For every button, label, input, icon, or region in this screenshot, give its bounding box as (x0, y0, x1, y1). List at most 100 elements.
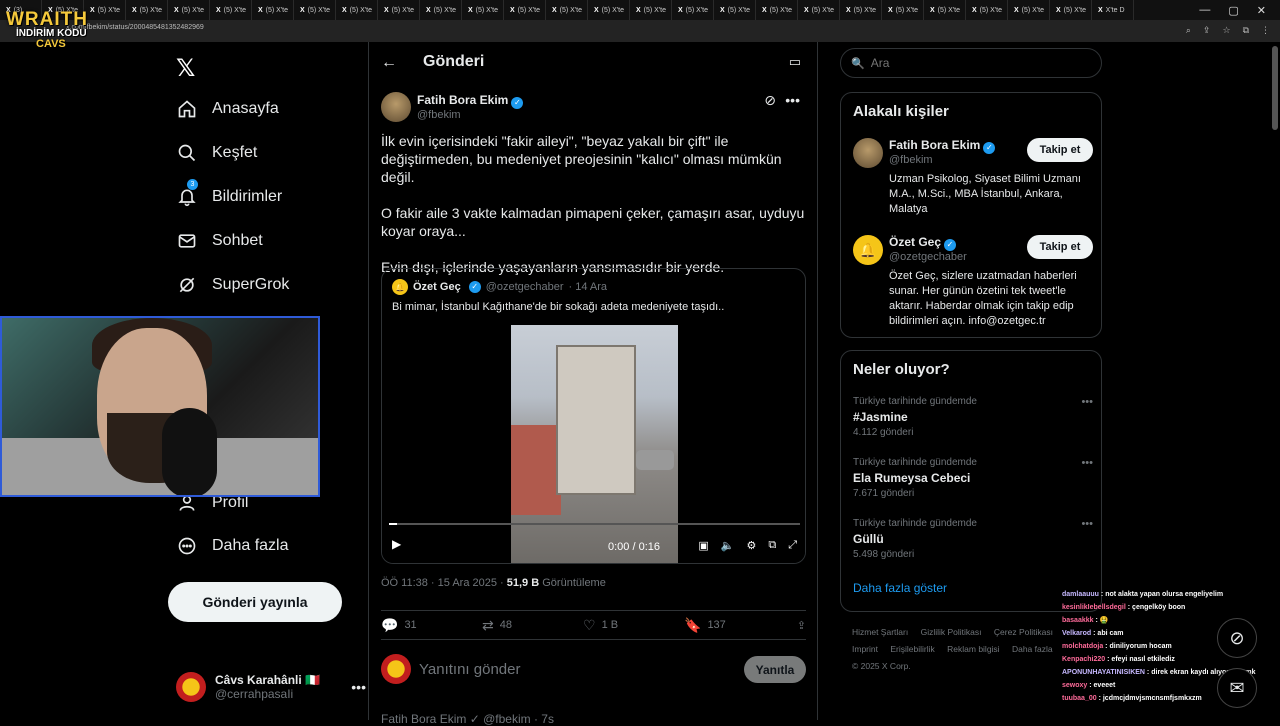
share-icon[interactable]: ⇪ (797, 619, 806, 632)
nav-home[interactable]: Anasayfa (176, 98, 279, 120)
browser-tab[interactable]: X (5) X'te (924, 0, 966, 20)
avatar (176, 672, 206, 702)
x-favicon-icon: X (132, 6, 137, 14)
follow-button[interactable]: Takip et (1027, 138, 1093, 162)
search-input[interactable] (870, 56, 1091, 70)
next-reply-preview[interactable]: Fatih Bora Ekim ✓ @fbekim · 7s (381, 712, 554, 726)
reply-input[interactable]: Yanıtını gönder (419, 661, 520, 678)
quote-name: Özet Geç (413, 281, 461, 293)
messages-fab-button[interactable]: ✉ (1217, 668, 1257, 708)
browser-tab[interactable]: X (5) X'te (840, 0, 882, 20)
verified-icon: ✓ (944, 239, 957, 251)
browser-tab[interactable]: X X'te D (1092, 0, 1134, 20)
minimize-button[interactable]: — (1199, 4, 1210, 16)
trend-item[interactable]: Türkiye tarihinde gündemde #Jasmine 4.11… (853, 396, 1093, 438)
repost-action[interactable]: ⇄ 48 (482, 617, 583, 634)
menu-icon[interactable]: ⋮ (1261, 25, 1270, 36)
browser-tab[interactable]: X (5) X'te (672, 0, 714, 20)
nav-explore[interactable]: Keşfet (176, 142, 257, 164)
account-switcher[interactable]: Câvs Karahânli 🇮🇹 @cerrahpasaIi ••• (176, 667, 366, 707)
x-logo-icon[interactable]: 𝕏 (176, 54, 195, 83)
browser-tab[interactable]: X (5) X'te (294, 0, 336, 20)
avatar[interactable] (381, 92, 411, 122)
play-icon[interactable]: ▶ (392, 537, 401, 551)
browser-tab[interactable]: X (5) X'te (1050, 0, 1092, 20)
trend-item[interactable]: Türkiye tarihinde gündemde Güllü 5.498 g… (853, 518, 1093, 560)
settings-icon[interactable]: ⚙ (746, 539, 756, 552)
footer-link[interactable]: Reklam bilgisi (947, 644, 999, 654)
grok-icon[interactable]: ⊘ (764, 92, 776, 109)
star-icon[interactable]: ☆ (1222, 25, 1230, 36)
scrollbar[interactable] (1272, 46, 1278, 130)
close-window-button[interactable]: ✕ (1257, 4, 1266, 17)
x-favicon-icon: X (426, 6, 431, 14)
extensions-icon[interactable]: ⧉ (1243, 25, 1249, 36)
browser-tab[interactable]: X (5) X'te (504, 0, 546, 20)
show-more-link[interactable]: Daha fazla göster (853, 581, 947, 595)
share-icon[interactable]: ⇪ (1203, 25, 1211, 36)
search-box[interactable]: 🔍 (840, 48, 1102, 78)
browser-tab[interactable]: X (5) X'te (462, 0, 504, 20)
browser-tab[interactable]: X (5) X'te (966, 0, 1008, 20)
more-icon[interactable]: ••• (785, 92, 800, 108)
fullscreen-icon[interactable]: ⤢ (788, 539, 797, 552)
avatar (853, 138, 883, 168)
person-item[interactable]: 🔔 Özet Geç ✓ @ozetgechaber Özet Geç, sizl… (853, 235, 1093, 330)
footer-link[interactable]: Daha fazla (1012, 644, 1053, 654)
footer-link[interactable]: Çerez Politikası (994, 627, 1053, 637)
nav-supergrok[interactable]: SuperGrok (176, 274, 289, 296)
video-controls: ▣ 🔈 ⚙ ⧉ ⤢ (698, 539, 797, 552)
grok-fab-button[interactable]: ⊘ (1217, 618, 1257, 658)
browser-tab[interactable]: X (5) X'te (714, 0, 756, 20)
more-icon[interactable]: ••• (1081, 396, 1093, 408)
maximize-button[interactable]: ▢ (1228, 4, 1238, 17)
browser-tab[interactable]: X (5) X'te (546, 0, 588, 20)
browser-tab[interactable]: X (5) X'te (756, 0, 798, 20)
like-action[interactable]: ♡ 1 B (583, 617, 684, 634)
browser-tab[interactable]: X (5) X'te (126, 0, 168, 20)
nav-chat[interactable]: Sohbet (176, 230, 263, 252)
captions-icon[interactable]: ▣ (698, 539, 708, 552)
quoted-tweet[interactable]: 🔔 Özet Geç ✓ @ozetgechaber · 14 Ara Bi m… (381, 268, 806, 564)
volume-icon[interactable]: 🔈 (721, 539, 735, 552)
browser-tab[interactable]: X (5) X'te (336, 0, 378, 20)
pip-icon[interactable]: ⧉ (768, 539, 776, 552)
back-arrow-icon[interactable]: ← (381, 54, 397, 72)
footer-link[interactable]: Erişilebilirlik (890, 644, 934, 654)
person-item[interactable]: Fatih Bora Ekim ✓ @fbekim Uzman Psikolog,… (853, 138, 1093, 223)
footer-link[interactable]: Gizlilik Politikası (921, 627, 982, 637)
trend-item[interactable]: Türkiye tarihinde gündemde Ela Rumeysa C… (853, 457, 1093, 499)
reply-button[interactable]: Yanıtla (744, 656, 806, 683)
author-name[interactable]: Fatih Bora Ekim ✓ (417, 93, 524, 109)
more-icon[interactable]: ••• (1081, 518, 1093, 530)
video-player[interactable]: ▶ 0:00 / 0:16 ▣ 🔈 ⚙ ⧉ ⤢ (382, 323, 805, 563)
browser-tab[interactable]: X (5) X'te (168, 0, 210, 20)
person-handle: @ozetgechaber (889, 251, 967, 263)
video-progress-bar[interactable] (389, 523, 800, 525)
browser-tab[interactable]: X (5) X'te (882, 0, 924, 20)
bookmark-action[interactable]: 🔖 137 (684, 617, 785, 634)
verified-icon: ✓ (983, 142, 996, 154)
reader-mode-icon[interactable]: ▭ (789, 54, 801, 70)
tweet-time[interactable]: ÖÖ 11:38 · 15 Ara 2025 · (381, 577, 504, 589)
browser-tab[interactable]: X (5) X'te (588, 0, 630, 20)
browser-tab[interactable]: X (5) X'te (420, 0, 462, 20)
footer-link[interactable]: Imprint (852, 644, 878, 654)
browser-tab[interactable]: X (5) X'te (252, 0, 294, 20)
nav-more[interactable]: Daha fazla (176, 535, 289, 557)
browser-tab[interactable]: X (5) X'te (798, 0, 840, 20)
reply-action[interactable]: 💬 31 (381, 617, 482, 634)
author-handle[interactable]: @fbekim (417, 109, 461, 121)
footer-link[interactable]: Hizmet Şartları (852, 627, 908, 637)
trend-count: 7.671 gönderi (853, 488, 915, 499)
more-icon[interactable]: ••• (351, 679, 366, 695)
browser-tab[interactable]: X (5) X'te (378, 0, 420, 20)
browser-tab[interactable]: X (5) X'te (630, 0, 672, 20)
browser-tab[interactable]: X (5) X'te (1008, 0, 1050, 20)
post-button[interactable]: Gönderi yayınla (168, 582, 342, 622)
follow-button[interactable]: Takip et (1027, 235, 1093, 259)
nav-notifications[interactable]: 3 Bildirimler (176, 179, 282, 208)
zoom-icon[interactable]: ⌕ (1186, 25, 1191, 36)
browser-tab[interactable]: X (5) X'te (210, 0, 252, 20)
more-icon[interactable]: ••• (1081, 457, 1093, 469)
